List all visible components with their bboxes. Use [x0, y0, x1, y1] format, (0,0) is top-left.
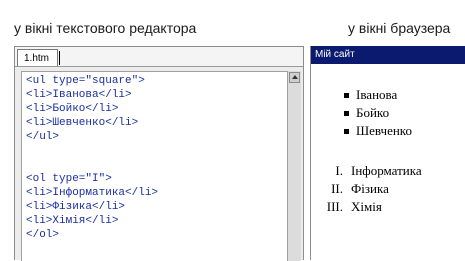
square-bullet-icon: [344, 129, 349, 134]
code-line: <li>Бойко</li>: [26, 103, 119, 115]
square-bullet-icon: [344, 93, 349, 98]
code-editor-area[interactable]: <ul type="square"> <li>Іванова</li> <li>…: [21, 71, 289, 261]
text-cursor: [59, 51, 60, 65]
ordered-list-item: Інформатика: [351, 163, 422, 178]
code-line: <li>Інформатика</li>: [26, 187, 159, 199]
code-line: <li>Іванова</li>: [26, 89, 132, 101]
roman-numeral-marker: III.: [326, 199, 343, 214]
code-line: <ul type="square">: [26, 75, 145, 87]
code-line: <ol type="I">: [26, 173, 112, 185]
scroll-up-arrow-icon[interactable]: [289, 72, 300, 83]
browser-title-bar: Мій сайт: [311, 46, 465, 64]
ordered-list-item: Хімія: [351, 199, 382, 214]
square-bullet-icon: [344, 111, 349, 116]
code-line: </ol>: [26, 229, 60, 241]
editor-caption: у вікні текстового редактора: [14, 20, 197, 36]
browser-window: Мій сайт Іванова Бойко Шевченко I. Інфор…: [310, 46, 465, 260]
browser-caption: у вікні браузера: [348, 20, 451, 36]
file-tab[interactable]: 1.htm: [17, 49, 59, 66]
text-editor-window: 1.htm <ul type="square"> <li>Іванова</li…: [14, 46, 304, 261]
unordered-list-item: Іванова: [356, 87, 398, 102]
ordered-list-item: Фізика: [351, 181, 389, 196]
unordered-list-item: Бойко: [356, 105, 390, 120]
roman-numeral-marker: I.: [335, 163, 343, 178]
unordered-list-item: Шевченко: [356, 123, 412, 138]
code-line: <li>Хімія</li>: [26, 215, 119, 227]
editor-tab-bar: 1.htm: [15, 47, 303, 67]
roman-numeral-marker: II.: [331, 181, 343, 196]
code-line: <li>Фізика</li>: [26, 201, 126, 213]
code-line: <li>Шевченко</li>: [26, 117, 139, 129]
code-line: </ul>: [26, 131, 60, 143]
vertical-scrollbar[interactable]: [287, 71, 301, 261]
